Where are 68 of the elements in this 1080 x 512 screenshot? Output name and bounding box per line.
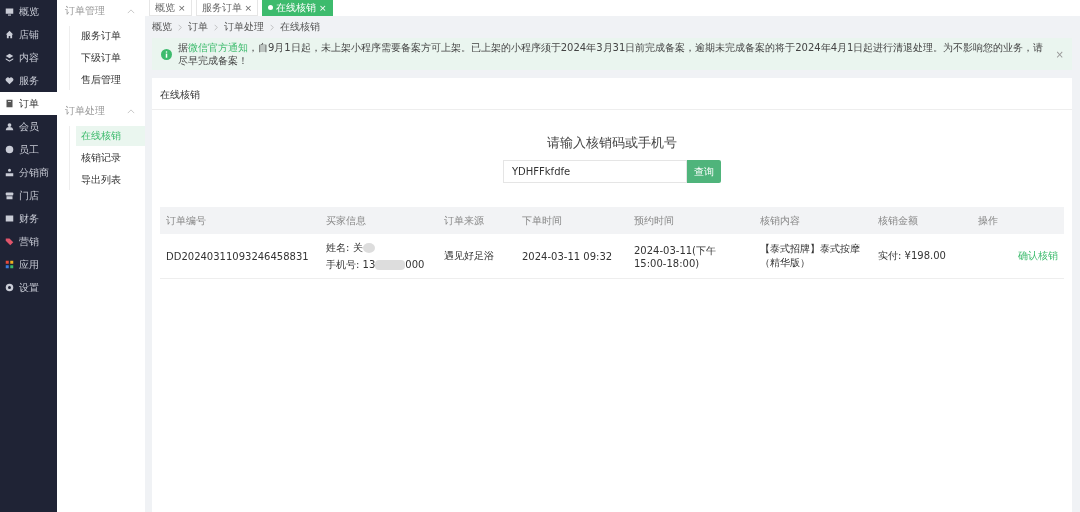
tab[interactable]: 概览 × <box>149 0 192 16</box>
column-header: 预约时间 <box>633 213 675 228</box>
dot-icon <box>268 5 274 10</box>
buyer-name: 姓名: 关 <box>326 240 363 255</box>
sidebar-item[interactable]: 会员 <box>0 115 57 138</box>
blurred-text <box>375 259 406 270</box>
sidebar-item[interactable]: 员工 <box>0 138 57 161</box>
chevron-icon <box>178 23 182 31</box>
layers-icon <box>5 53 14 62</box>
column-header: 核销内容 <box>759 213 801 228</box>
table-cell-text: 【泰式招牌】泰式按摩（精华版） <box>759 242 861 270</box>
column-header: 订单编号 <box>165 213 207 228</box>
apps-icon <box>5 260 14 269</box>
breadcrumb-item[interactable]: 概览 <box>152 20 172 34</box>
search-field[interactable]: YDHFFkfdfe <box>503 160 687 183</box>
table-cell-text: 2024-03-11(下午 15:00-18:00) <box>633 243 718 269</box>
tab-label: 在线核销 <box>276 0 317 15</box>
breadcrumb-item[interactable]: 订单 <box>188 20 208 34</box>
chevron-icon <box>270 23 274 31</box>
info-icon <box>161 48 172 60</box>
sidebar-item[interactable]: 营销 <box>0 230 57 253</box>
sidebar-item[interactable]: 门店 <box>0 184 57 207</box>
chevron-icon <box>214 23 218 31</box>
submenu-item[interactable]: 下级订单 <box>76 48 145 68</box>
tab[interactable]: 服务订单 × <box>195 0 259 16</box>
document-icon <box>5 99 14 108</box>
table-cell-text: 实付: ¥198.00 <box>877 249 947 263</box>
submenu-item[interactable]: 核销记录 <box>76 148 145 168</box>
close-icon[interactable]: × <box>178 2 186 13</box>
person-icon <box>5 122 14 131</box>
sidebar-item[interactable]: 设置 <box>0 276 57 299</box>
table-cell-text: 遇见好足浴 <box>443 249 495 263</box>
column-header: 订单来源 <box>443 213 485 228</box>
store-icon <box>5 191 14 200</box>
buyer-phone: 手机号: 13 <box>326 257 376 272</box>
close-icon[interactable]: × <box>244 2 253 13</box>
search-heading: 请输入核销码或手机号 <box>547 134 677 152</box>
wallet-icon <box>5 214 14 223</box>
sidebar-item[interactable]: 概览 <box>0 0 57 23</box>
notice-text: 据微信官方通知，自9月1日起，未上架小程序需要备案方可上架。已上架的小程序须于2024年3月31日前完成备案，逾期未完成备案的将于2024年4月1日起进行清退处理。为不影响您的业务，请尽早完成备案！ <box>178 41 1045 67</box>
table-cell-text: DD20240311093246458831 <box>165 250 310 262</box>
breadcrumb-item[interactable]: 订单处理 <box>224 20 264 34</box>
table-cell-text: 2024-03-11 09:32 <box>521 250 614 262</box>
sidebar-item[interactable]: 分销商 <box>0 161 57 184</box>
sidebar-item[interactable]: 店铺 <box>0 23 57 46</box>
column-header: 核销金额 <box>877 213 919 228</box>
column-header: 买家信息 <box>325 213 367 228</box>
column-header: 操作 <box>977 213 999 228</box>
column-header: 下单时间 <box>521 213 563 228</box>
heart-icon <box>5 76 14 85</box>
breadcrumb-item: 在线核销 <box>280 20 320 34</box>
submenu-item[interactable]: 售后管理 <box>76 70 145 90</box>
sidebar-item[interactable]: 订单 <box>0 92 57 115</box>
tag-icon <box>5 237 14 246</box>
monitor-icon <box>5 7 14 16</box>
sidebar-item[interactable]: 服务 <box>0 69 57 92</box>
submenu-item[interactable]: 导出列表 <box>76 170 145 190</box>
tab-label: 概览 <box>155 0 175 15</box>
tab-label: 服务订单 <box>201 0 242 15</box>
buyer-phone: 000 <box>405 259 425 270</box>
house-icon <box>5 30 14 39</box>
blurred-text <box>362 242 375 253</box>
sidebar-item[interactable]: 财务 <box>0 207 57 230</box>
gear-icon <box>5 283 14 292</box>
sidebar-item[interactable]: 内容 <box>0 46 57 69</box>
card-title: 在线核销 <box>152 78 1072 110</box>
submenu-item[interactable]: 服务订单 <box>76 26 145 46</box>
sidebar-item[interactable]: 应用 <box>0 253 57 276</box>
